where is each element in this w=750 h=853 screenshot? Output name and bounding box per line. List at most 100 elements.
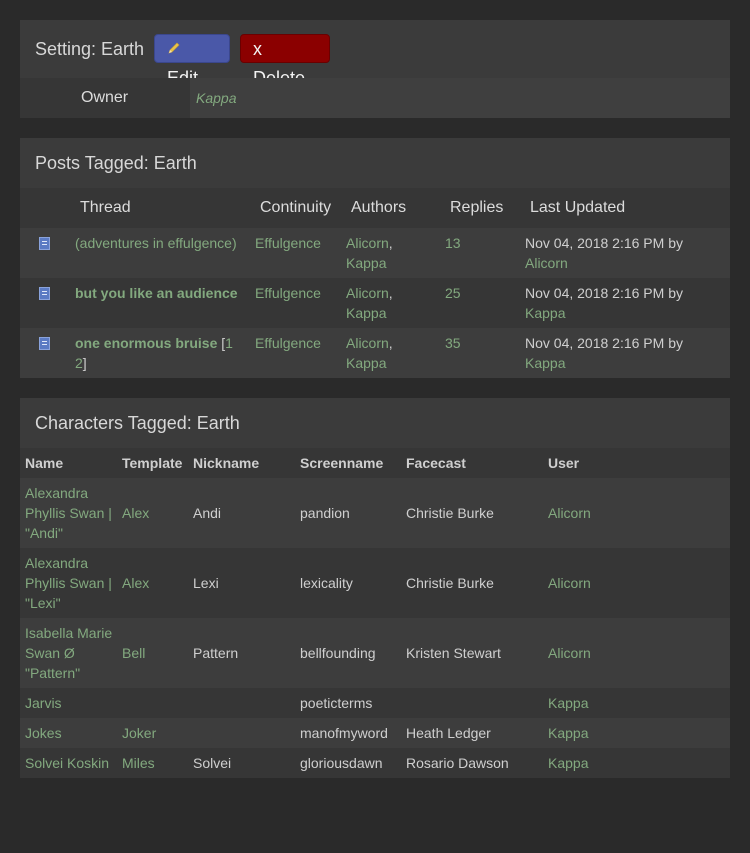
thread-book-icon [39, 287, 50, 300]
col-replies: Replies [450, 199, 504, 216]
screenname: gloriousdawn [300, 755, 383, 771]
template-link[interactable]: Bell [122, 643, 145, 663]
replies-link[interactable]: 35 [445, 333, 461, 353]
characters-title: Characters Tagged: Earth [35, 413, 240, 433]
character-name-link[interactable]: Alexandra Phyllis Swan | "Lexi" [25, 553, 112, 613]
replies-link[interactable]: 13 [445, 233, 461, 253]
continuity-link[interactable]: Effulgence [255, 283, 321, 303]
last-updated-by-link[interactable]: Alicorn [525, 253, 568, 273]
continuity-link[interactable]: Effulgence [255, 233, 321, 253]
owner-label-cell: Owner [20, 78, 190, 118]
user-link[interactable]: Kappa [548, 693, 588, 713]
author-link[interactable]: Kappa [346, 255, 386, 271]
thread-book-icon [39, 237, 50, 250]
owner-label: Owner [81, 89, 129, 106]
col-facecast: Facecast [406, 455, 466, 471]
col-thread: Thread [80, 199, 131, 216]
col-name: Name [25, 455, 64, 471]
post-row: but you like an audience Effulgence Alic… [20, 278, 730, 328]
setting-header: Setting: Earth Edit x Delete [20, 20, 730, 88]
replies-link[interactable]: 25 [445, 283, 461, 303]
last-updated: Nov 04, 2018 2:16 PM by [525, 335, 683, 351]
col-screenname: Screenname [300, 455, 384, 471]
character-row: Alexandra Phyllis Swan | "Lexi" Alex Lexi … [20, 548, 730, 618]
delete-button[interactable]: x Delete [240, 34, 330, 88]
template-link[interactable]: Joker [122, 723, 156, 743]
facecast: Christie Burke [406, 505, 494, 521]
authors: Alicorn, Kappa [346, 235, 393, 271]
edit-button[interactable]: Edit [154, 34, 230, 88]
template-link[interactable]: Miles [122, 753, 155, 773]
thread-book-icon [39, 337, 50, 350]
character-name-link[interactable]: Isabella Marie Swan Ø "Pattern" [25, 623, 112, 683]
continuity-link[interactable]: Effulgence [255, 333, 321, 353]
col-authors: Authors [351, 199, 407, 216]
author-link[interactable]: Alicorn [346, 335, 389, 351]
facecast: Rosario Dawson [406, 755, 509, 771]
author-link[interactable]: Kappa [346, 305, 386, 321]
owner-link[interactable]: Kappa [196, 90, 236, 106]
character-name-link[interactable]: Solvei Koskin [25, 753, 109, 773]
pencil-icon [168, 42, 180, 54]
posts-title: Posts Tagged: Earth [35, 153, 197, 173]
thread-link[interactable]: but you like an audience [75, 283, 238, 303]
posts-column-header: Thread Continuity Authors Replies Last U… [20, 188, 730, 228]
last-updated: Nov 04, 2018 2:16 PM by [525, 235, 683, 251]
template-link[interactable]: Alex [122, 503, 149, 523]
characters-column-header: Name Template Nickname Screenname Faceca… [20, 448, 730, 478]
col-continuity: Continuity [260, 199, 332, 216]
authors: Alicorn, Kappa [346, 335, 393, 371]
last-updated-by-link[interactable]: Kappa [525, 303, 565, 323]
user-link[interactable]: Kappa [548, 753, 588, 773]
thread-link[interactable]: one enormous bruise [75, 335, 217, 351]
characters-panel: Characters Tagged: Earth Name Template N… [20, 398, 730, 778]
nickname: Solvei [193, 755, 232, 771]
author-link[interactable]: Alicorn [346, 235, 389, 251]
authors: Alicorn, Kappa [346, 285, 393, 321]
nickname: Lexi [193, 575, 219, 591]
character-row: Jokes Joker manofmyword Heath Ledger Kap… [20, 718, 730, 748]
facecast: Kristen Stewart [406, 645, 501, 661]
template-link[interactable]: Alex [122, 573, 149, 593]
screenname: poeticterms [300, 695, 373, 711]
screenname: pandion [300, 505, 350, 521]
character-row: Isabella Marie Swan Ø "Pattern" Bell Patte… [20, 618, 730, 688]
author-link[interactable]: Alicorn [346, 285, 389, 301]
screenname: manofmyword [300, 725, 388, 741]
thread-cell: one enormous bruise [1 2] [75, 335, 233, 371]
screenname: lexicality [300, 575, 353, 591]
facecast: Heath Ledger [406, 725, 491, 741]
owner-row: Owner Kappa [20, 78, 730, 118]
screenname: bellfounding [300, 645, 376, 661]
page-link[interactable]: 2 [75, 355, 83, 371]
owner-value-cell: Kappa [190, 78, 730, 118]
character-row: Solvei Koskin Miles Solvei gloriousdawn … [20, 748, 730, 778]
user-link[interactable]: Kappa [548, 723, 588, 743]
character-name-link[interactable]: Alexandra Phyllis Swan | "Andi" [25, 483, 112, 543]
characters-header: Characters Tagged: Earth [20, 398, 730, 448]
col-last-updated: Last Updated [530, 199, 626, 216]
setting-panel: Setting: Earth Edit x Delete Owner Kappa [20, 20, 730, 118]
last-updated-by-link[interactable]: Kappa [525, 353, 565, 373]
user-link[interactable]: Alicorn [548, 643, 591, 663]
thread-link[interactable]: (adventures in effulgence) [75, 233, 237, 253]
col-nickname: Nickname [193, 455, 260, 471]
page-link[interactable]: 1 [225, 335, 233, 351]
nickname: Pattern [193, 645, 239, 661]
author-link[interactable]: Kappa [346, 355, 386, 371]
user-link[interactable]: Alicorn [548, 503, 591, 523]
posts-header: Posts Tagged: Earth [20, 138, 730, 188]
setting-title: Setting: Earth [35, 39, 145, 59]
character-name-link[interactable]: Jokes [25, 723, 62, 743]
facecast: Christie Burke [406, 575, 494, 591]
user-link[interactable]: Alicorn [548, 573, 591, 593]
last-updated: Nov 04, 2018 2:16 PM by [525, 285, 683, 301]
col-template: Template [122, 455, 183, 471]
character-row: Alexandra Phyllis Swan | "Andi" Alex Andi … [20, 478, 730, 548]
post-row: one enormous bruise [1 2] Effulgence Alic… [20, 328, 730, 378]
col-user: User [548, 455, 580, 471]
posts-panel: Posts Tagged: Earth Thread Continuity Au… [20, 138, 730, 378]
character-name-link[interactable]: Jarvis [25, 693, 62, 713]
post-row: (adventures in effulgence) Effulgence Al… [20, 228, 730, 278]
nickname: Andi [193, 505, 222, 521]
